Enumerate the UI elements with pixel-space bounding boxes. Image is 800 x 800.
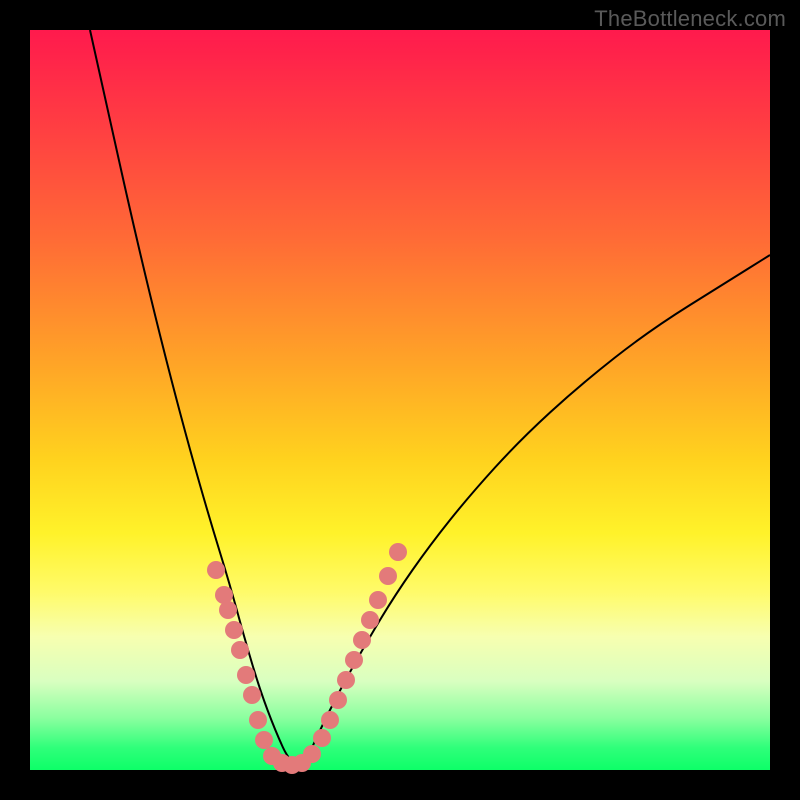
highlight-dot xyxy=(225,621,243,639)
bottleneck-curve xyxy=(90,30,770,763)
plot-area xyxy=(30,30,770,770)
highlight-dot xyxy=(345,651,363,669)
highlight-dot xyxy=(379,567,397,585)
highlight-dot xyxy=(243,686,261,704)
highlight-dot xyxy=(337,671,355,689)
highlight-dot xyxy=(361,611,379,629)
chart-frame: TheBottleneck.com xyxy=(0,0,800,800)
highlight-dot xyxy=(237,666,255,684)
highlight-dot xyxy=(353,631,371,649)
highlight-dot xyxy=(231,641,249,659)
highlight-dot xyxy=(369,591,387,609)
highlight-dot xyxy=(207,561,225,579)
watermark-text: TheBottleneck.com xyxy=(594,6,786,32)
highlight-dots xyxy=(207,543,407,774)
highlight-dot xyxy=(249,711,267,729)
highlight-dot xyxy=(303,745,321,763)
highlight-dot xyxy=(329,691,347,709)
highlight-dot xyxy=(219,601,237,619)
highlight-dot xyxy=(255,731,273,749)
highlight-dot xyxy=(389,543,407,561)
highlight-dot xyxy=(313,729,331,747)
curve-layer xyxy=(30,30,770,770)
highlight-dot xyxy=(321,711,339,729)
